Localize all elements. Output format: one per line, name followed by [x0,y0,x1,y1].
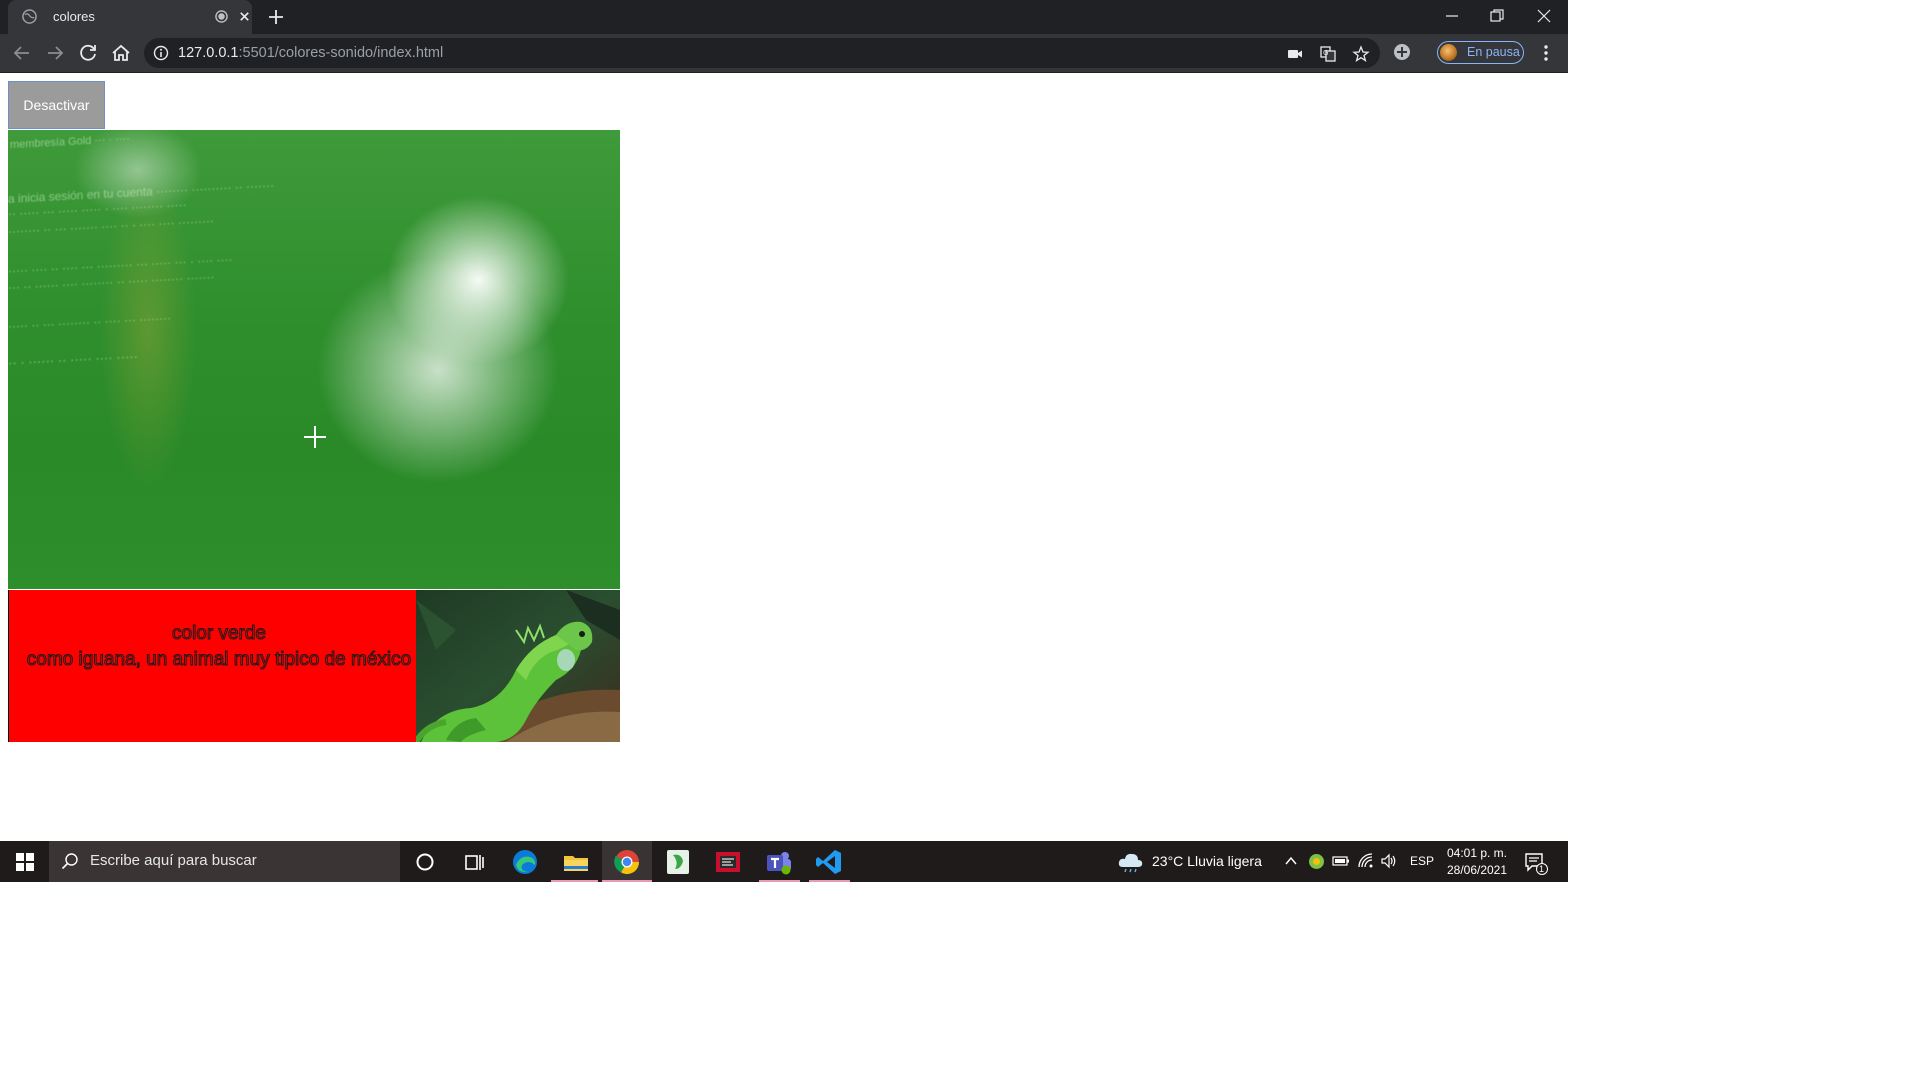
avatar [1440,44,1457,61]
app-icon-red[interactable] [713,847,743,877]
search-icon [61,853,78,870]
battery-icon[interactable] [1332,854,1350,868]
recording-indicator-icon [215,10,228,23]
svg-text:G: G [1323,49,1328,57]
minimize-icon[interactable] [1441,5,1463,27]
clock-time: 04:01 p. m. [1446,846,1508,860]
iguana-image [416,590,620,742]
clock[interactable]: 04:01 p. m. 28/06/2021 [1440,845,1514,879]
camera-in-use-icon[interactable] [1286,45,1304,63]
back-icon[interactable] [10,41,34,65]
forward-icon[interactable] [43,41,67,65]
weather-text[interactable]: 23°C Lluvia ligera [1152,853,1262,869]
bookmark-star-icon[interactable] [1352,45,1370,63]
reload-icon[interactable] [76,41,100,65]
tray-app-icon[interactable] [1308,853,1325,870]
desactivar-button[interactable]: Desactivar [8,81,105,129]
edge-icon[interactable] [510,847,540,877]
camera-feed: membresía Gold ··· · ···· a inicia sesió… [8,130,620,589]
profile-status: En pausa [1467,45,1520,59]
volume-icon[interactable] [1380,853,1398,869]
language-indicator[interactable]: ESP [1410,854,1434,868]
close-window-icon[interactable] [1533,5,1555,27]
chevron-up-icon[interactable] [1284,854,1298,868]
new-tab-icon[interactable] [266,7,286,27]
profile-button[interactable]: En pausa [1437,41,1524,64]
globe-icon [22,9,37,24]
active-indicator [759,880,800,882]
camera-background-text: ····· ·· ··· ········ ·· ···· ··· ······… [8,310,172,334]
task-view-icon[interactable] [459,847,489,877]
address-bar[interactable]: 127.0.0.1:5501/colores-sonido/index.html… [144,38,1380,68]
more-menu-icon[interactable] [1538,43,1554,63]
active-indicator [602,880,652,882]
teams-icon[interactable] [764,847,794,877]
active-indicator [551,880,598,882]
tab-close-icon[interactable] [238,10,251,23]
chrome-icon[interactable] [612,847,642,877]
camera-background-text: membresía Gold ··· · ···· [10,132,130,152]
browser-tab-strip: colores [0,0,1568,34]
site-info-icon[interactable] [153,45,169,61]
vscode-icon[interactable] [814,847,844,877]
active-indicator [809,880,850,882]
notification-center-icon[interactable] [1523,850,1549,876]
app-icon-green[interactable] [663,847,693,877]
color-name-text: color verde [172,623,267,645]
browser-toolbar: 127.0.0.1:5501/colores-sonido/index.html… [0,34,1568,73]
url-host: 127.0.0.1 [178,45,239,61]
search-placeholder: Escribe aquí para buscar [90,852,257,869]
file-explorer-icon[interactable] [561,847,591,877]
translate-icon[interactable]: G [1319,45,1337,63]
taskbar-search[interactable]: Escribe aquí para buscar [49,841,400,882]
wifi-icon[interactable] [1357,852,1375,870]
weather-cloud-icon[interactable] [1117,848,1145,874]
cortana-icon[interactable] [410,847,440,877]
windows-taskbar: Escribe aquí para buscar 23°C Lluvia lig… [0,841,1568,882]
camera-background-text: ·· · ······ ·· ····· ···· ····· [8,348,138,371]
color-description-text: como iguana, un animal muy tipico de méx… [26,649,412,671]
notification-count: 1 [1539,864,1545,874]
home-icon[interactable] [109,41,133,65]
url-text: 127.0.0.1:5501/colores-sonido/index.html [178,45,443,61]
tab-title: colores [53,9,95,24]
tab-colores[interactable]: colores [8,0,252,34]
clock-date: 28/06/2021 [1446,863,1508,877]
url-path: :5501/colores-sonido/index.html [238,45,444,61]
windows-start-icon[interactable] [16,853,34,871]
color-info-panel: color verde como iguana, un animal muy t… [8,590,416,742]
extension-icon[interactable] [1393,43,1411,61]
crosshair-icon [304,426,326,448]
restore-icon[interactable] [1486,5,1508,27]
